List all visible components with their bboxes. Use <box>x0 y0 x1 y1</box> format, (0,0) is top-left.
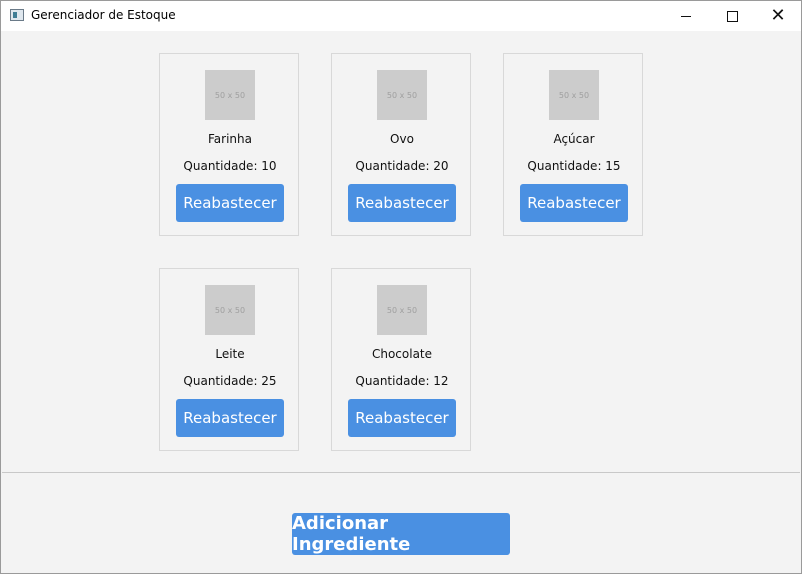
app-icon <box>10 9 24 21</box>
ingredient-card: 50 x 50 Farinha Quantidade: 10 Reabastec… <box>159 53 299 236</box>
ingredient-name: Açúcar <box>553 132 595 146</box>
ingredient-name: Ovo <box>390 132 414 146</box>
add-ingredient-button[interactable]: Adicionar Ingrediente <box>292 513 510 555</box>
minimize-button[interactable] <box>663 1 709 31</box>
maximize-button[interactable] <box>709 1 755 31</box>
ingredient-card: 50 x 50 Chocolate Quantidade: 12 Reabast… <box>331 268 471 451</box>
ingredient-name: Farinha <box>208 132 252 146</box>
ingredient-quantity: Quantidade: 25 <box>183 374 277 388</box>
ingredient-image-placeholder: 50 x 50 <box>377 285 427 335</box>
ingredient-card: 50 x 50 Ovo Quantidade: 20 Reabastecer <box>331 53 471 236</box>
ingredient-name: Chocolate <box>371 347 433 361</box>
restock-button[interactable]: Reabastecer <box>176 184 284 222</box>
title-bar[interactable]: Gerenciador de Estoque ✕ <box>1 1 801 31</box>
ingredient-grid: 50 x 50 Farinha Quantidade: 10 Reabastec… <box>2 32 800 472</box>
ingredient-card: 50 x 50 Açúcar Quantidade: 15 Reabastece… <box>503 53 643 236</box>
ingredient-image-placeholder: 50 x 50 <box>377 70 427 120</box>
footer-divider <box>2 472 800 473</box>
ingredient-quantity: Quantidade: 10 <box>183 159 277 173</box>
close-button[interactable]: ✕ <box>755 1 801 31</box>
restock-button[interactable]: Reabastecer <box>176 399 284 437</box>
ingredient-name: Leite <box>215 347 245 361</box>
ingredient-quantity: Quantidade: 12 <box>355 374 449 388</box>
ingredient-image-placeholder: 50 x 50 <box>205 70 255 120</box>
ingredient-quantity: Quantidade: 20 <box>355 159 449 173</box>
maximize-icon <box>726 10 738 22</box>
restock-button[interactable]: Reabastecer <box>520 184 628 222</box>
ingredient-quantity: Quantidade: 15 <box>527 159 621 173</box>
restock-button[interactable]: Reabastecer <box>348 184 456 222</box>
restock-button[interactable]: Reabastecer <box>348 399 456 437</box>
close-icon: ✕ <box>770 5 786 26</box>
ingredient-card: 50 x 50 Leite Quantidade: 25 Reabastecer <box>159 268 299 451</box>
ingredient-image-placeholder: 50 x 50 <box>205 285 255 335</box>
window-title: Gerenciador de Estoque <box>31 8 176 22</box>
minimize-icon <box>681 15 691 17</box>
ingredient-image-placeholder: 50 x 50 <box>549 70 599 120</box>
app-window: Gerenciador de Estoque ✕ 50 x 50 Farinha… <box>0 0 802 574</box>
